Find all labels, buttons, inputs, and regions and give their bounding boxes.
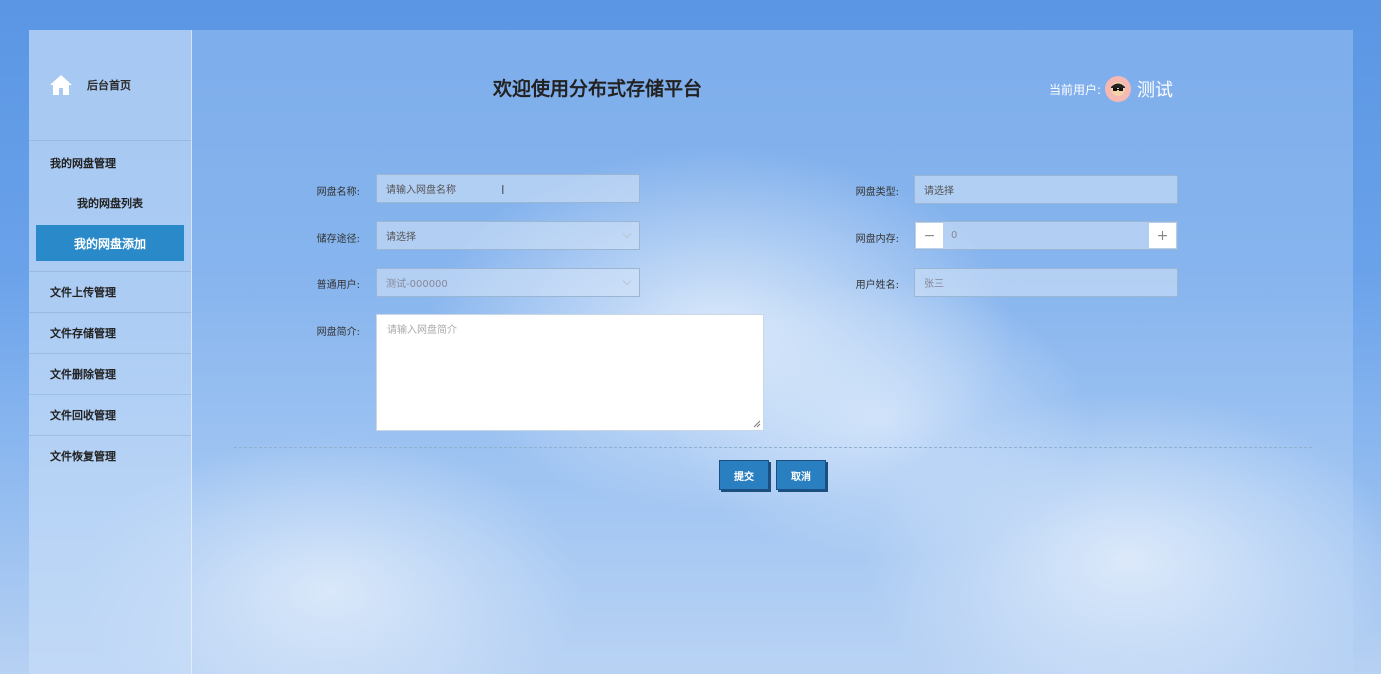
storage-path-value: 请选择: [386, 232, 416, 243]
normal-user-value: 测试-000000: [386, 279, 448, 290]
form-divider: [234, 447, 1312, 448]
disk-memory-value: 0: [951, 230, 958, 241]
user-name-input[interactable]: 张三: [914, 268, 1178, 297]
resize-grip-icon[interactable]: [753, 420, 761, 428]
normal-user-label: 普通用户:: [316, 280, 360, 291]
disk-intro-label: 网盘简介:: [316, 327, 360, 338]
user-name-label: 用户姓名:: [855, 280, 899, 291]
sidebar-home[interactable]: 后台首页: [29, 30, 191, 141]
normal-user-select[interactable]: 测试-000000: [376, 268, 640, 297]
avatar[interactable]: [1105, 76, 1132, 102]
sidebar-item-file-restore[interactable]: 文件恢复管理: [29, 436, 191, 476]
home-icon: [50, 75, 72, 95]
disk-memory-label: 网盘内存:: [855, 234, 899, 245]
storage-path-select[interactable]: 请选择: [376, 221, 640, 250]
user-name-value: 张三: [924, 279, 944, 290]
disk-intro-placeholder: 请输入网盘简介: [387, 325, 457, 336]
current-user-name: 测试: [1137, 80, 1174, 101]
current-user: 当前用户: 测试: [1049, 76, 1173, 102]
main-frame: 后台首页 我的网盘管理 我的网盘列表 我的网盘添加 文件上传管理 文件存储管理 …: [29, 30, 1353, 674]
current-user-label: 当前用户:: [1049, 82, 1102, 97]
sidebar-home-label: 后台首页: [87, 79, 131, 92]
disk-type-label: 网盘类型:: [855, 187, 899, 198]
sidebar-group-my-disk-title[interactable]: 我的网盘管理: [29, 141, 191, 185]
sidebar-item-file-delete[interactable]: 文件删除管理: [29, 354, 191, 395]
sidebar-item-my-disk-add[interactable]: 我的网盘添加: [36, 225, 184, 261]
disk-intro-textarea[interactable]: 请输入网盘简介: [376, 314, 764, 431]
sidebar-item-file-storage[interactable]: 文件存储管理: [29, 313, 191, 354]
disk-memory-stepper[interactable]: − 0 +: [914, 221, 1178, 250]
sidebar: 后台首页 我的网盘管理 我的网盘列表 我的网盘添加 文件上传管理 文件存储管理 …: [29, 30, 192, 674]
disk-name-input[interactable]: 请输入网盘名称 I: [376, 174, 640, 203]
sidebar-item-my-disk-list[interactable]: 我的网盘列表: [36, 185, 184, 221]
chevron-down-icon: [622, 276, 632, 286]
text-cursor-icon: I: [501, 183, 505, 197]
page-title: 欢迎使用分布式存储平台: [493, 78, 703, 100]
minus-button[interactable]: −: [916, 223, 943, 248]
disk-type-value: 请选择: [924, 186, 954, 197]
user-avatar-icon: [1111, 82, 1126, 96]
plus-button[interactable]: +: [1149, 223, 1176, 248]
storage-path-label: 储存途径:: [316, 234, 360, 245]
cancel-button[interactable]: 取消: [776, 460, 826, 490]
submit-button[interactable]: 提交: [719, 460, 769, 490]
chevron-down-icon: [622, 229, 632, 239]
disk-name-label: 网盘名称:: [316, 187, 360, 198]
disk-name-placeholder: 请输入网盘名称: [386, 185, 456, 196]
sidebar-item-file-recycle[interactable]: 文件回收管理: [29, 395, 191, 436]
sidebar-group-my-disk: 我的网盘管理 我的网盘列表 我的网盘添加: [29, 141, 191, 272]
disk-type-select[interactable]: 请选择: [914, 175, 1178, 204]
sidebar-item-file-upload[interactable]: 文件上传管理: [29, 272, 191, 313]
